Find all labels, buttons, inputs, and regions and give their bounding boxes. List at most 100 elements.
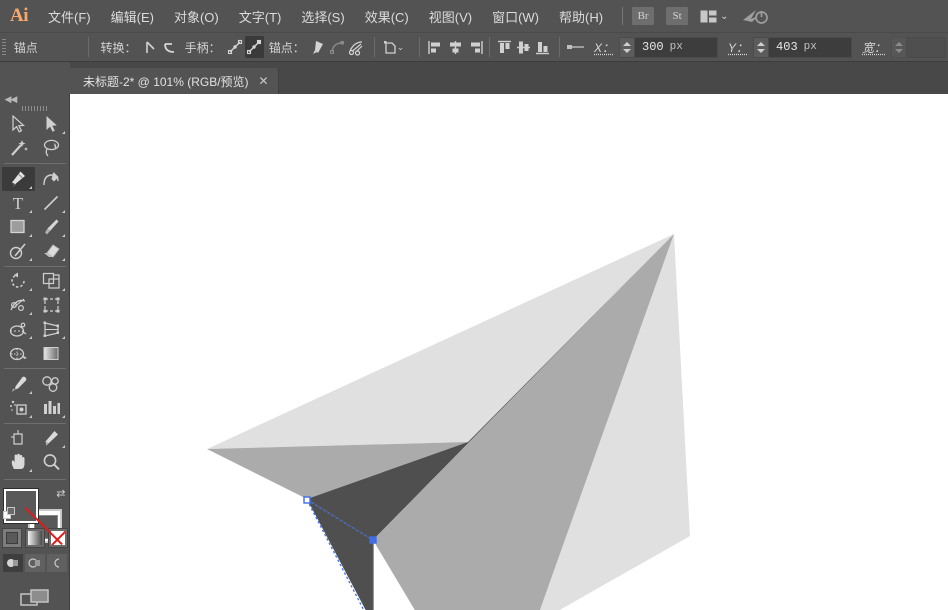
tool-gradient[interactable] [35,341,68,365]
fill-gradient-mode[interactable] [25,528,45,548]
convert-to-smooth-icon[interactable] [161,36,180,58]
chevron-down-icon[interactable]: ⌄ [720,11,728,22]
transform-handle-icon[interactable] [567,36,586,58]
tool-rectangle[interactable] [2,215,35,239]
align-top-icon[interactable] [495,36,514,58]
tool-lasso[interactable] [35,136,68,160]
tool-blend[interactable] [35,372,68,396]
convert-to-corner-icon[interactable] [142,36,161,58]
align-left-icon[interactable] [427,36,446,58]
menu-file[interactable]: 文件(F) [38,0,101,32]
tools-group-sample [2,372,68,420]
tool-shape-builder[interactable] [2,317,35,341]
y-field-label: Y： [720,39,753,56]
tool-direct-selection[interactable] [35,112,68,136]
anchor-point-2-selected[interactable] [370,537,376,543]
tools-divider [4,423,66,424]
menu-window[interactable]: 窗口(W) [482,0,549,32]
bridge-icon[interactable]: Br [632,7,654,25]
options-bar-grip[interactable] [0,32,9,62]
tool-paintbrush[interactable] [35,215,68,239]
menu-edit[interactable]: 编辑(E) [101,0,164,32]
tool-type[interactable]: T [2,191,35,215]
w-stepper[interactable] [891,37,906,58]
menu-object[interactable]: 对象(O) [164,0,229,32]
show-handles-icon[interactable] [226,36,245,58]
svg-text:T: T [13,194,24,212]
tool-curvature[interactable] [35,167,68,191]
tool-line-segment[interactable] [35,191,68,215]
menu-effect[interactable]: 效果(C) [355,0,419,32]
x-stepper[interactable] [619,37,634,58]
x-input[interactable]: 300 px [634,37,718,58]
arrange-documents-icon[interactable] [700,10,717,23]
menu-view[interactable]: 视图(V) [419,0,482,32]
cut-path-icon[interactable] [348,36,367,58]
tool-scale[interactable] [35,269,68,293]
tool-pen[interactable] [2,167,35,191]
tool-symbol-sprayer[interactable] [2,396,35,420]
chevron-down-icon[interactable]: ⌄ [397,42,405,53]
document-tab-title: 未标题-2* @ 101% (RGB/预览) [83,73,249,90]
stock-icon[interactable]: St [666,7,688,25]
y-stepper[interactable] [753,37,768,58]
close-icon[interactable]: ✕ [259,75,269,87]
canvas-artboard[interactable] [70,94,948,610]
connect-anchor-icon[interactable] [329,36,348,58]
gradient-swatch-icon [28,531,42,545]
tools-panel-grip[interactable] [0,105,70,112]
hide-handles-icon[interactable] [245,36,264,58]
remove-anchor-icon[interactable] [310,36,329,58]
tool-perspective-grid[interactable] [35,317,68,341]
align-center-horizontal-icon[interactable] [446,36,465,58]
divider [559,37,560,57]
tool-selection[interactable] [2,112,35,136]
collapse-panel-icon[interactable]: ◀◀ [0,94,70,105]
y-unit: px [804,41,817,53]
draw-normal-mode[interactable] [3,554,23,572]
tool-hand[interactable] [2,450,35,474]
menu-type[interactable]: 文字(T) [229,0,292,32]
tool-slice[interactable] [35,426,68,450]
change-screen-mode[interactable] [2,586,68,610]
convert-label: 转换： [96,39,142,56]
draw-behind-mode[interactable] [25,554,45,572]
workspace-switcher-icon[interactable] [742,8,768,25]
y-value: 403 [776,40,798,54]
tool-artboard[interactable] [2,426,35,450]
w-stepper-group[interactable] [891,37,946,58]
divider [489,37,490,57]
y-stepper-group[interactable]: 403 px [753,37,852,58]
fill-stroke-swatches[interactable]: ⇄ [2,487,68,523]
menu-select[interactable]: 选择(S) [291,0,354,32]
tool-shaper[interactable] [2,239,35,263]
x-stepper-group[interactable]: 300 px [619,37,718,58]
document-tab[interactable]: 未标题-2* @ 101% (RGB/预览) ✕ [70,68,279,94]
tool-mesh[interactable] [2,341,35,365]
draw-inside-mode[interactable] [47,554,67,572]
context-label: 锚点 [9,39,81,56]
divider [419,37,420,57]
tool-width[interactable] [2,293,35,317]
default-fill-stroke-icon[interactable] [3,507,17,521]
swap-fill-stroke-icon[interactable]: ⇄ [56,487,65,500]
w-input[interactable] [906,37,946,58]
tools-divider [4,266,66,267]
align-bottom-icon[interactable] [533,36,552,58]
anchor-point-1[interactable] [304,497,310,503]
paper-plane-illustration[interactable] [70,94,948,610]
tool-eraser[interactable] [35,239,68,263]
fill-color-mode[interactable] [2,528,22,548]
align-right-icon[interactable] [465,36,484,58]
tool-rotate[interactable] [2,269,35,293]
align-center-vertical-icon[interactable] [514,36,533,58]
divider [88,37,89,57]
y-input[interactable]: 403 px [768,37,852,58]
tool-eyedropper[interactable] [2,372,35,396]
tool-zoom-magnifier[interactable] [35,450,68,474]
tool-magic-wand[interactable] [2,136,35,160]
tool-free-transform[interactable] [35,293,68,317]
tool-column-graph[interactable] [35,396,68,420]
tools-group-draw: T [2,167,68,263]
menu-help[interactable]: 帮助(H) [549,0,613,32]
